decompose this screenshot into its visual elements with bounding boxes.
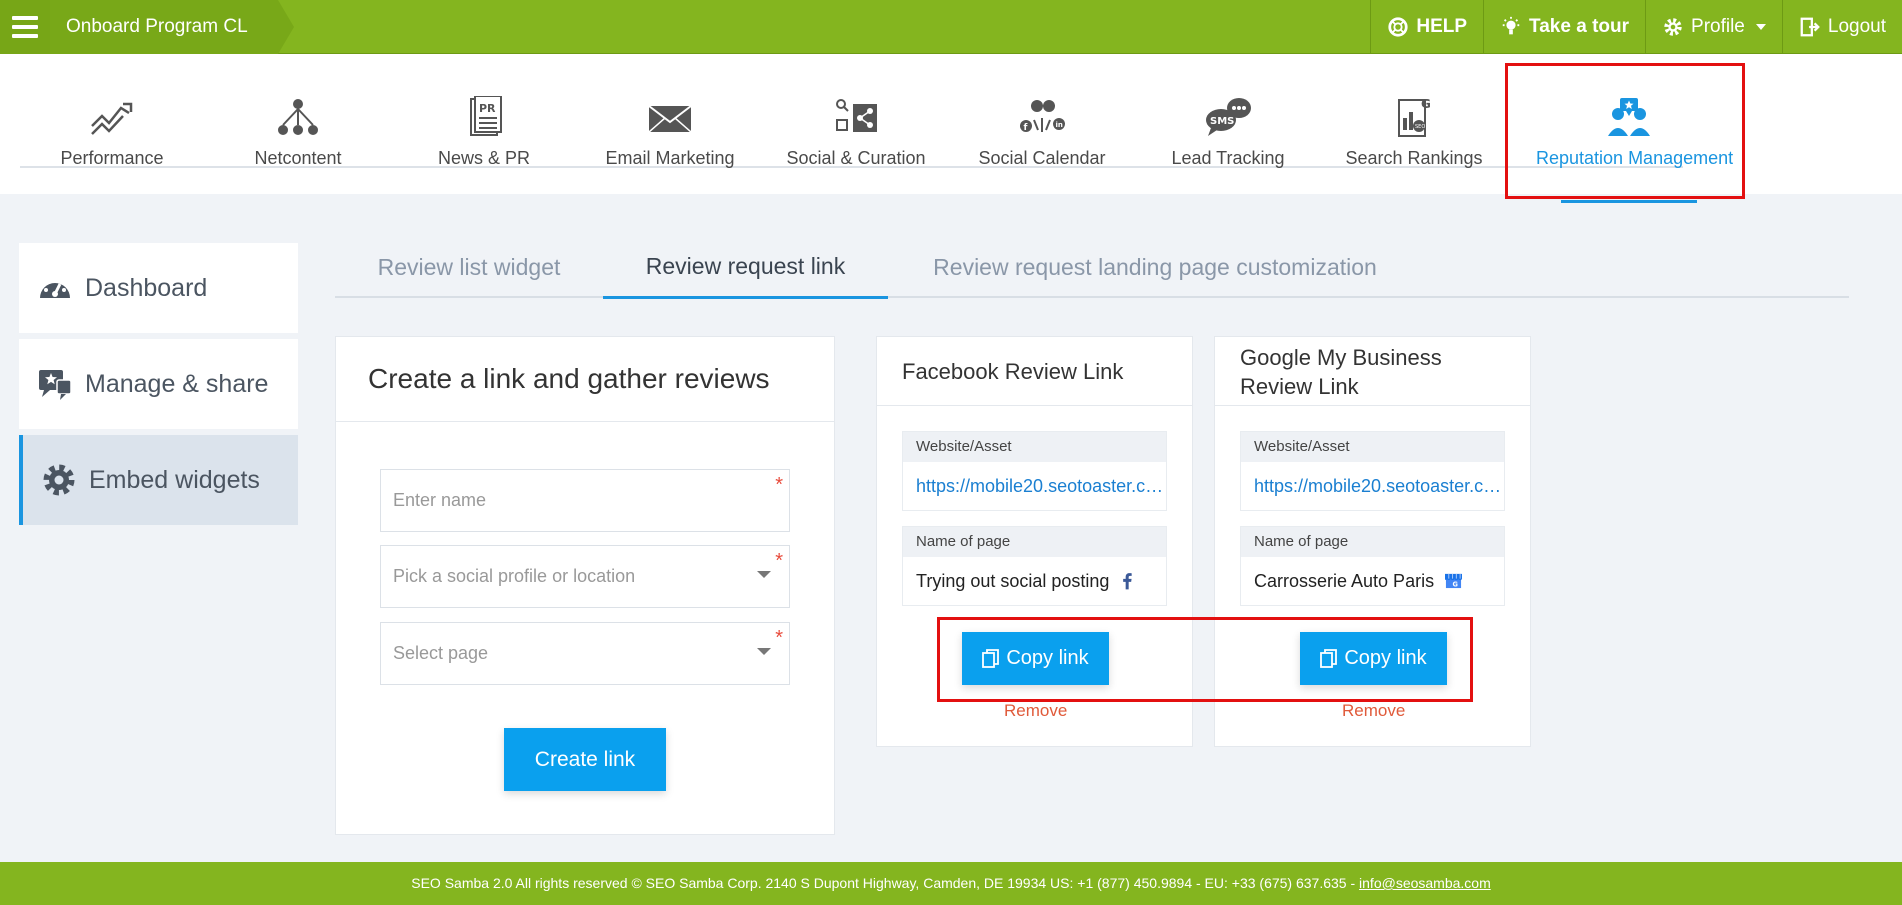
facebook-page-field: Name of page Trying out social posting — [902, 526, 1167, 606]
tour-label: Take a tour — [1529, 16, 1630, 37]
website-label: Website/Asset — [903, 432, 1166, 462]
active-module-underline — [1561, 200, 1697, 203]
name-placeholder: Enter name — [393, 490, 487, 510]
lead-tracking-icon: SMS — [1206, 98, 1251, 136]
profile-menu[interactable]: Profile — [1645, 0, 1782, 54]
website-link[interactable]: https://mobile20.seotoaster.com — [1241, 462, 1504, 510]
module-email-marketing[interactable]: Email Marketing — [577, 90, 763, 169]
email-icon — [648, 105, 692, 133]
netcontent-icon — [278, 99, 318, 135]
help-button[interactable]: HELP — [1370, 0, 1483, 54]
module-netcontent[interactable]: Netcontent — [205, 90, 391, 169]
sidebar-item-dashboard[interactable]: Dashboard — [19, 243, 298, 333]
social-calendar-icon: f in — [1020, 100, 1065, 133]
sidebar-item-label: Embed widgets — [89, 465, 260, 494]
create-card-title: Create a link and gather reviews — [368, 363, 770, 394]
website-link[interactable]: https://mobile20.seotoaster.com — [903, 462, 1166, 510]
create-link-card: Create a link and gather reviews Enter n… — [335, 336, 835, 835]
google-page-field: Name of page Carrosserie Auto Paris G — [1240, 526, 1505, 606]
name-input[interactable]: Enter name * — [380, 469, 790, 532]
create-link-button[interactable]: Create link — [504, 728, 666, 791]
google-my-business-icon: G — [1445, 573, 1463, 589]
required-mark: * — [775, 550, 783, 572]
module-performance[interactable]: Performance — [19, 90, 205, 169]
sidebar-item-embed-widgets[interactable]: Embed widgets — [19, 435, 298, 525]
page-value: Trying out social posting — [916, 571, 1110, 591]
required-mark: * — [775, 474, 783, 496]
news-pr-icon: PR — [470, 96, 502, 136]
performance-icon — [91, 102, 133, 135]
profile-label: Profile — [1691, 16, 1745, 37]
svg-text:PR: PR — [479, 102, 496, 115]
sidebar-item-label: Dashboard — [85, 273, 208, 302]
widget-tabs: Review list widget Review request link R… — [335, 236, 1849, 299]
profile-placeholder: Pick a social profile or location — [393, 566, 636, 586]
help-label: HELP — [1416, 16, 1468, 37]
top-bar: Onboard Program CL HELP Take a tour Prof… — [0, 0, 1902, 54]
facebook-website-field: Website/Asset https://mobile20.seotoaste… — [902, 431, 1167, 511]
chevron-down-icon — [757, 571, 771, 578]
svg-text:G: G — [1421, 97, 1431, 111]
caret-down-icon — [1755, 24, 1766, 30]
highlight-reputation-module — [1505, 63, 1745, 199]
google-remove-link[interactable]: Remove — [1342, 701, 1405, 721]
module-social-calendar[interactable]: f in Social Calendar — [949, 90, 1135, 169]
website-label: Website/Asset — [1241, 432, 1504, 462]
page-value-row: Trying out social posting — [903, 557, 1166, 605]
tab-review-request-link[interactable]: Review request link — [603, 236, 888, 299]
dashboard-icon — [40, 277, 70, 298]
footer-email-link[interactable]: info@seosamba.com — [1359, 875, 1491, 891]
highlight-copy-link-buttons — [937, 617, 1473, 702]
required-mark: * — [775, 627, 783, 649]
module-news-pr[interactable]: PR News & PR — [391, 90, 577, 169]
tab-landing-page-customization[interactable]: Review request landing page customizatio… — [888, 236, 1422, 298]
footer-text: SEO Samba 2.0 All rights reserved © SEO … — [411, 875, 1360, 891]
svg-text:f: f — [1024, 123, 1028, 133]
svg-text:SMS: SMS — [1210, 116, 1234, 127]
page-value: Carrosserie Auto Paris — [1254, 571, 1435, 591]
social-profile-select[interactable]: Pick a social profile or location * — [380, 545, 790, 608]
manage-share-icon — [39, 370, 72, 400]
page-label: Name of page — [903, 527, 1166, 557]
facebook-card-title: Facebook Review Link — [902, 359, 1124, 384]
facebook-remove-link[interactable]: Remove — [1004, 701, 1067, 721]
page-value-row: Carrosserie Auto Paris G — [1241, 557, 1504, 605]
page-label: Name of page — [1241, 527, 1504, 557]
chevron-down-icon — [757, 648, 771, 655]
sidebar-item-label: Manage & share — [85, 369, 269, 398]
take-tour-button[interactable]: Take a tour — [1483, 0, 1645, 54]
lightbulb-icon — [1502, 16, 1520, 35]
svg-text:in: in — [1056, 121, 1063, 129]
svg-text:G: G — [1453, 581, 1458, 589]
gear-icon — [1664, 18, 1682, 36]
google-website-field: Website/Asset https://mobile20.seotoaste… — [1240, 431, 1505, 511]
search-rankings-icon: G SEO — [1398, 97, 1431, 137]
gear-icon — [43, 464, 75, 496]
page-placeholder: Select page — [393, 643, 489, 663]
google-card-title: Google My Business Review Link — [1240, 345, 1442, 399]
logout-button[interactable]: Logout — [1781, 0, 1902, 54]
module-lead-tracking[interactable]: SMS Lead Tracking — [1135, 90, 1321, 169]
logout-label: Logout — [1827, 16, 1886, 37]
module-social-curation[interactable]: Social & Curation — [763, 90, 949, 169]
sidebar-item-manage-share[interactable]: Manage & share — [19, 339, 298, 429]
footer: SEO Samba 2.0 All rights reserved © SEO … — [0, 862, 1902, 905]
logout-icon — [1800, 17, 1820, 37]
tab-review-list-widget[interactable]: Review list widget — [335, 236, 603, 298]
facebook-icon — [1123, 573, 1133, 590]
program-breadcrumb[interactable]: Onboard Program CL — [50, 0, 294, 54]
svg-text:SEO: SEO — [1415, 124, 1425, 130]
create-link-label: Create link — [534, 747, 636, 771]
hamburger-menu-icon[interactable] — [0, 0, 50, 54]
page-select[interactable]: Select page * — [380, 622, 790, 685]
module-search-rankings[interactable]: G SEO Search Rankings — [1321, 90, 1507, 169]
social-curation-icon — [836, 99, 877, 132]
lifebuoy-icon — [1388, 17, 1408, 37]
